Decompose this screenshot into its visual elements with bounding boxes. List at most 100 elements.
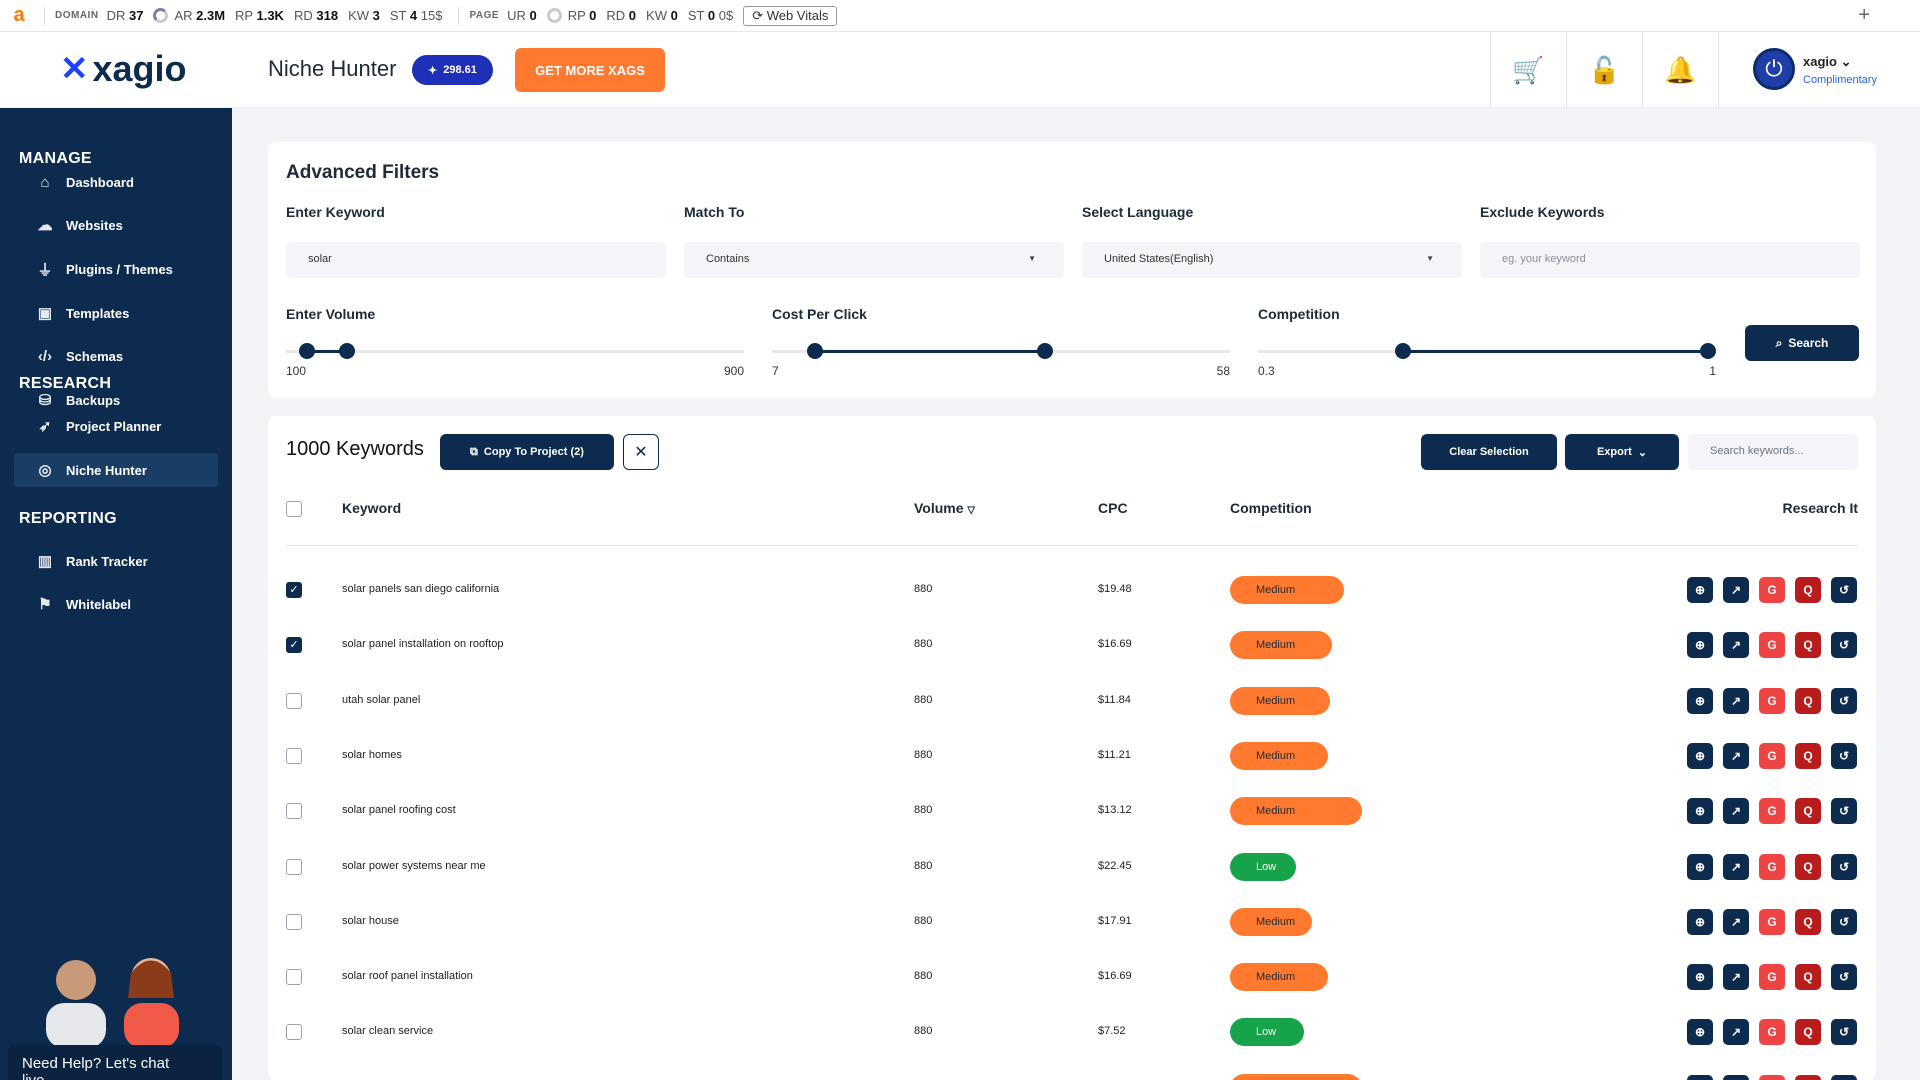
row-checkbox[interactable] xyxy=(286,913,302,930)
add-icon[interactable]: + xyxy=(1858,4,1870,27)
export-button[interactable]: Export ⌄ xyxy=(1565,434,1679,470)
slider-max-handle[interactable] xyxy=(1037,343,1054,359)
search-q-icon[interactable]: Q xyxy=(1795,798,1821,825)
volume-slider[interactable]: 100 900 xyxy=(286,342,744,382)
row-checkbox[interactable]: ✓ xyxy=(286,637,302,654)
search-q-icon[interactable]: Q xyxy=(1795,1074,1821,1080)
globe-icon[interactable]: ⊕ xyxy=(1687,1019,1713,1046)
search-q-icon[interactable]: Q xyxy=(1795,632,1821,659)
trend-icon[interactable]: ↗ xyxy=(1723,853,1749,880)
lock-icon[interactable]: 🔓 xyxy=(1566,32,1642,108)
search-q-icon[interactable]: Q xyxy=(1795,964,1821,991)
exclude-keywords-input[interactable]: eg. your keyword xyxy=(1480,242,1860,278)
google-icon[interactable]: G xyxy=(1759,1019,1785,1046)
sidebar-item-plugins-themes[interactable]: ⏚ Plugins / Themes xyxy=(14,252,218,286)
select-all-checkbox[interactable] xyxy=(286,501,302,517)
sidebar-item-rank-tracker[interactable]: ▥ Rank Tracker xyxy=(14,544,218,578)
globe-icon[interactable]: ⊕ xyxy=(1687,687,1713,714)
google-icon[interactable]: G xyxy=(1759,908,1785,935)
cpc-column-header[interactable]: CPC xyxy=(1098,500,1128,516)
chat-support-button[interactable]: Need Help? Let's chat live... xyxy=(8,1045,222,1080)
row-checkbox[interactable] xyxy=(286,803,302,820)
search-q-icon[interactable]: Q xyxy=(1795,853,1821,880)
history-icon[interactable]: ↺ xyxy=(1831,687,1857,714)
slider-max-handle[interactable] xyxy=(339,343,356,359)
language-select[interactable]: United States(English) ▼ xyxy=(1082,242,1462,278)
google-icon[interactable]: G xyxy=(1759,577,1785,603)
keyword-cell[interactable]: solar panels san diego california xyxy=(342,583,499,595)
history-icon[interactable]: ↺ xyxy=(1831,577,1857,603)
sidebar-item-niche-hunter[interactable]: ◎ Niche Hunter xyxy=(14,453,218,487)
row-checkbox[interactable] xyxy=(286,1024,302,1041)
sidebar-item-websites[interactable]: ☁ Websites xyxy=(14,208,218,242)
slider-max-handle[interactable] xyxy=(1700,343,1716,359)
clear-selection-button[interactable]: Clear Selection xyxy=(1421,434,1557,470)
google-icon[interactable]: G xyxy=(1759,853,1785,880)
trend-icon[interactable]: ↗ xyxy=(1723,632,1749,659)
row-checkbox[interactable] xyxy=(286,692,302,709)
globe-icon[interactable]: ⊕ xyxy=(1687,853,1713,880)
volume-column-header[interactable]: Volume ▽ xyxy=(914,500,975,516)
bell-icon[interactable]: 🔔 xyxy=(1642,32,1718,108)
search-q-icon[interactable]: Q xyxy=(1795,908,1821,935)
slider-min-handle[interactable] xyxy=(807,343,824,359)
search-q-icon[interactable]: Q xyxy=(1795,687,1821,714)
search-q-icon[interactable]: Q xyxy=(1795,1019,1821,1046)
trend-icon[interactable]: ↗ xyxy=(1723,964,1749,991)
keyword-input[interactable]: solar xyxy=(286,242,666,278)
match-select[interactable]: Contains ▼ xyxy=(684,242,1064,278)
row-checkbox[interactable] xyxy=(286,858,302,875)
sidebar-item-dashboard[interactable]: ⌂ Dashboard xyxy=(14,165,218,199)
keyword-cell[interactable]: solar roof panel installation xyxy=(342,970,473,982)
history-icon[interactable]: ↺ xyxy=(1831,1019,1857,1046)
globe-icon[interactable]: ⊕ xyxy=(1687,908,1713,935)
copy-to-project-button[interactable]: ⧉ Copy To Project (2) xyxy=(440,434,614,470)
history-icon[interactable]: ↺ xyxy=(1831,1074,1857,1080)
globe-icon[interactable]: ⊕ xyxy=(1687,577,1713,603)
trend-icon[interactable]: ↗ xyxy=(1723,742,1749,769)
trend-icon[interactable]: ↗ xyxy=(1723,577,1749,603)
xags-balance-badge[interactable]: ✦ 298.61 xyxy=(412,55,493,85)
competition-slider[interactable]: 0.3 1 xyxy=(1258,342,1716,382)
google-icon[interactable]: G xyxy=(1759,798,1785,825)
history-icon[interactable]: ↺ xyxy=(1831,853,1857,880)
google-icon[interactable]: G xyxy=(1759,742,1785,769)
trend-icon[interactable]: ↗ xyxy=(1723,798,1749,825)
globe-icon[interactable]: ⊕ xyxy=(1687,798,1713,825)
globe-icon[interactable]: ⊕ xyxy=(1687,1074,1713,1080)
cpc-slider[interactable]: 7 58 xyxy=(772,342,1230,382)
globe-icon[interactable]: ⊕ xyxy=(1687,742,1713,769)
ahrefs-logo-icon[interactable]: a xyxy=(0,4,38,27)
sidebar-item-schemas[interactable]: ‹/› Schemas xyxy=(14,339,218,373)
trend-icon[interactable]: ↗ xyxy=(1723,687,1749,714)
history-icon[interactable]: ↺ xyxy=(1831,742,1857,769)
history-icon[interactable]: ↺ xyxy=(1831,798,1857,825)
sidebar-item-templates[interactable]: ▣ Templates xyxy=(14,296,218,330)
sidebar-item-project-planner[interactable]: ➶ Project Planner xyxy=(14,409,218,443)
keyword-cell[interactable]: solar homes xyxy=(342,749,402,761)
history-icon[interactable]: ↺ xyxy=(1831,908,1857,935)
history-icon[interactable]: ↺ xyxy=(1831,632,1857,659)
globe-icon[interactable]: ⊕ xyxy=(1687,632,1713,659)
web-vitals-button[interactable]: ⟳ Web Vitals xyxy=(743,5,838,26)
search-button[interactable]: ⌕ Search xyxy=(1745,325,1859,361)
row-checkbox[interactable] xyxy=(286,747,302,764)
competition-column-header[interactable]: Competition xyxy=(1230,500,1312,516)
search-q-icon[interactable]: Q xyxy=(1795,577,1821,603)
google-icon[interactable]: G xyxy=(1759,1074,1785,1080)
user-menu[interactable]: ⏻ xagio ⌄ Complimentary xyxy=(1718,32,1920,108)
search-q-icon[interactable]: Q xyxy=(1795,742,1821,769)
row-checkbox[interactable]: ✓ xyxy=(286,582,302,598)
xagio-logo[interactable]: ✕ xagio xyxy=(60,48,187,90)
slider-min-handle[interactable] xyxy=(299,343,316,359)
cart-icon[interactable]: 🛒 xyxy=(1490,32,1566,108)
google-icon[interactable]: G xyxy=(1759,964,1785,991)
sidebar-item-whitelabel[interactable]: ⚑ Whitelabel xyxy=(14,587,218,621)
globe-icon[interactable]: ⊕ xyxy=(1687,964,1713,991)
search-keywords-input[interactable]: Search keywords... xyxy=(1688,434,1858,470)
slider-min-handle[interactable] xyxy=(1395,343,1412,359)
trend-icon[interactable]: ↗ xyxy=(1723,908,1749,935)
google-icon[interactable]: G xyxy=(1759,632,1785,659)
google-icon[interactable]: G xyxy=(1759,687,1785,714)
keyword-cell[interactable]: solar house xyxy=(342,915,399,927)
